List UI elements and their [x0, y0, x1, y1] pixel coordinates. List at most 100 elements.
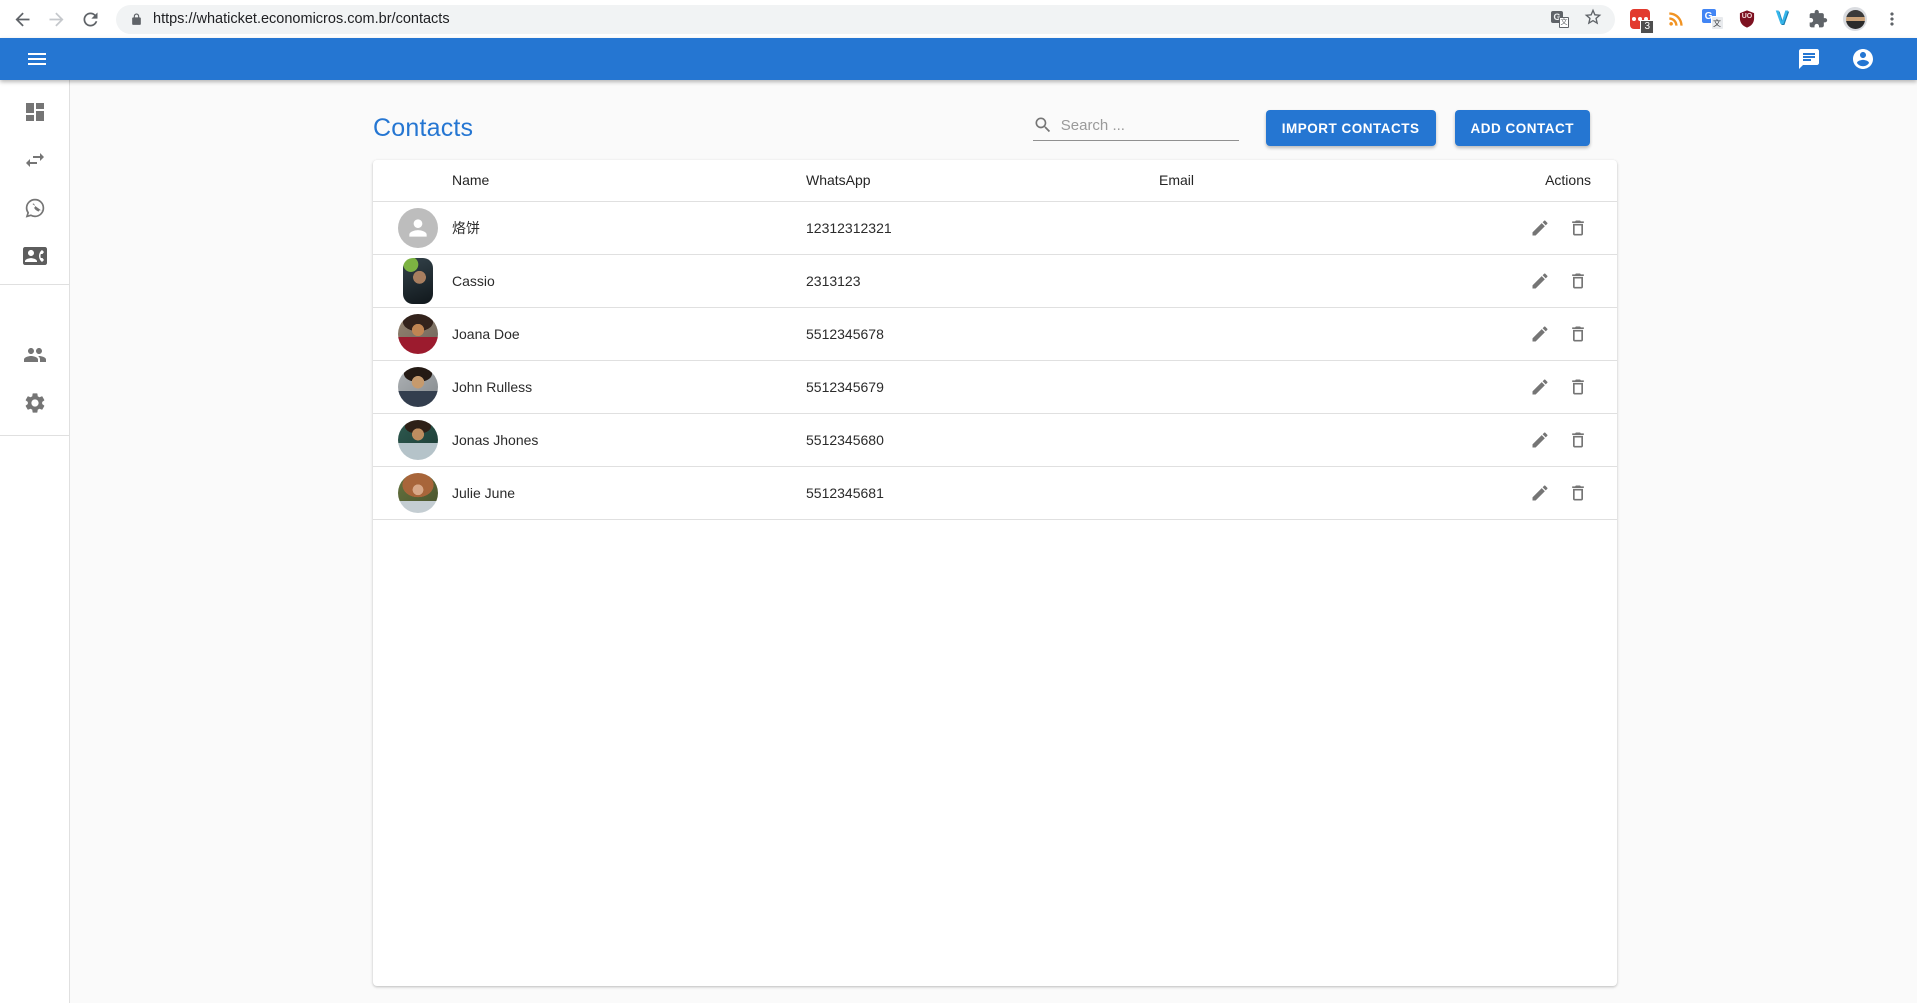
- add-contact-button[interactable]: ADD CONTACT: [1455, 110, 1591, 146]
- app-bar: [0, 38, 1917, 80]
- whatsapp-icon: [23, 196, 47, 220]
- pencil-icon: [1530, 483, 1550, 503]
- gear-icon: [23, 391, 47, 415]
- account-circle-icon: [1851, 47, 1875, 71]
- contact-name: Cassio: [452, 254, 806, 307]
- pencil-icon: [1530, 430, 1550, 450]
- translate-page-icon[interactable]: G 文: [1551, 11, 1569, 28]
- contact-email: [1159, 466, 1459, 519]
- edit-contact-button[interactable]: [1523, 370, 1557, 404]
- edit-contact-button[interactable]: [1523, 476, 1557, 510]
- contact-name: Jonas Jhones: [452, 413, 806, 466]
- search-input[interactable]: [1061, 117, 1239, 134]
- reload-icon: [80, 9, 101, 30]
- sidebar-item-connections[interactable]: [0, 136, 69, 184]
- contact-email: [1159, 254, 1459, 307]
- delete-contact-button[interactable]: [1561, 211, 1595, 245]
- contacts-card: Name WhatsApp Email Actions 烙饼 123123123…: [373, 160, 1617, 986]
- sidebar-divider: [0, 435, 69, 436]
- name-column-header: Name: [452, 160, 806, 201]
- browser-forward-button[interactable]: [40, 3, 72, 35]
- edit-contact-button[interactable]: [1523, 211, 1557, 245]
- browser-back-button[interactable]: [6, 3, 38, 35]
- vimeo-extension-icon[interactable]: V: [1771, 8, 1793, 30]
- trash-icon: [1568, 377, 1588, 397]
- sidebar-item-settings[interactable]: [0, 379, 69, 427]
- trash-icon: [1568, 218, 1588, 238]
- account-button[interactable]: [1849, 45, 1877, 73]
- hamburger-icon: [25, 47, 49, 71]
- sidebar-item-tickets[interactable]: [0, 184, 69, 232]
- contact-name: Joana Doe: [452, 307, 806, 360]
- sidebar-divider: [0, 284, 69, 285]
- contact-whatsapp: 2313123: [806, 254, 1159, 307]
- contact-whatsapp: 12312312321: [806, 201, 1159, 254]
- pencil-icon: [1530, 324, 1550, 344]
- main-content: Contacts IMPORT CONTACTS ADD CONTACT: [70, 80, 1917, 1003]
- avatar-column-header: [373, 160, 452, 201]
- red-dots-extension-icon[interactable]: 3: [1629, 8, 1651, 30]
- menu-toggle-button[interactable]: [23, 45, 51, 73]
- contact-email: [1159, 201, 1459, 254]
- trash-icon: [1568, 430, 1588, 450]
- contact-avatar: [403, 258, 433, 304]
- contact-avatar: [398, 314, 438, 354]
- url-text: https://whaticket.economicros.com.br/con…: [153, 11, 450, 27]
- bookmark-star-icon[interactable]: [1583, 7, 1603, 32]
- delete-contact-button[interactable]: [1561, 264, 1595, 298]
- browser-profile-avatar[interactable]: [1843, 7, 1867, 31]
- contact-email: [1159, 307, 1459, 360]
- contact-avatar: [398, 420, 438, 460]
- pencil-icon: [1530, 271, 1550, 291]
- pencil-icon: [1530, 218, 1550, 238]
- contact-avatar: [398, 208, 438, 248]
- browser-menu-icon[interactable]: [1881, 8, 1903, 30]
- browser-reload-button[interactable]: [74, 3, 106, 35]
- edit-contact-button[interactable]: [1523, 264, 1557, 298]
- ublock-extension-icon[interactable]: UO: [1737, 9, 1757, 29]
- page-title: Contacts: [373, 114, 473, 143]
- whatsapp-column-header: WhatsApp: [806, 160, 1159, 201]
- swap-arrows-icon: [23, 148, 47, 172]
- edit-contact-button[interactable]: [1523, 317, 1557, 351]
- people-icon: [23, 343, 47, 367]
- contact-row: John Rulless 5512345679: [373, 360, 1617, 413]
- contact-row: Cassio 2313123: [373, 254, 1617, 307]
- contact-email: [1159, 413, 1459, 466]
- browser-toolbar: https://whaticket.economicros.com.br/con…: [0, 0, 1917, 38]
- import-contacts-button[interactable]: IMPORT CONTACTS: [1266, 110, 1436, 146]
- sidebar-item-dashboard[interactable]: [0, 88, 69, 136]
- screen: https://whaticket.economicros.com.br/con…: [0, 0, 1917, 1003]
- contact-email: [1159, 360, 1459, 413]
- delete-contact-button[interactable]: [1561, 476, 1595, 510]
- messages-button[interactable]: [1795, 45, 1823, 73]
- chat-icon: [1797, 47, 1821, 71]
- rss-extension-icon[interactable]: [1665, 8, 1687, 30]
- delete-contact-button[interactable]: [1561, 423, 1595, 457]
- google-translate-extension-icon[interactable]: G 文: [1701, 8, 1723, 30]
- trash-icon: [1568, 271, 1588, 291]
- search-box: [1033, 115, 1239, 141]
- trash-icon: [1568, 324, 1588, 344]
- contact-row: 烙饼 12312312321: [373, 201, 1617, 254]
- default-person-icon: [405, 215, 431, 241]
- contact-name: Julie June: [452, 466, 806, 519]
- forward-arrow-icon: [46, 9, 67, 30]
- delete-contact-button[interactable]: [1561, 370, 1595, 404]
- contact-whatsapp: 5512345681: [806, 466, 1159, 519]
- contact-name: 烙饼: [452, 201, 806, 254]
- sidebar-item-users[interactable]: [0, 331, 69, 379]
- edit-contact-button[interactable]: [1523, 423, 1557, 457]
- page-header: Contacts IMPORT CONTACTS ADD CONTACT: [373, 106, 1617, 150]
- actions-column-header: Actions: [1459, 160, 1617, 201]
- dashboard-icon: [23, 100, 47, 124]
- address-bar[interactable]: https://whaticket.economicros.com.br/con…: [116, 5, 1615, 34]
- extension-badge: 3: [1640, 20, 1654, 34]
- search-icon: [1033, 115, 1053, 135]
- contact-name: John Rulless: [452, 360, 806, 413]
- sidebar-item-contacts[interactable]: [0, 232, 69, 280]
- sidebar: [0, 80, 70, 1003]
- delete-contact-button[interactable]: [1561, 317, 1595, 351]
- extensions-puzzle-icon[interactable]: [1807, 8, 1829, 30]
- contact-whatsapp: 5512345678: [806, 307, 1159, 360]
